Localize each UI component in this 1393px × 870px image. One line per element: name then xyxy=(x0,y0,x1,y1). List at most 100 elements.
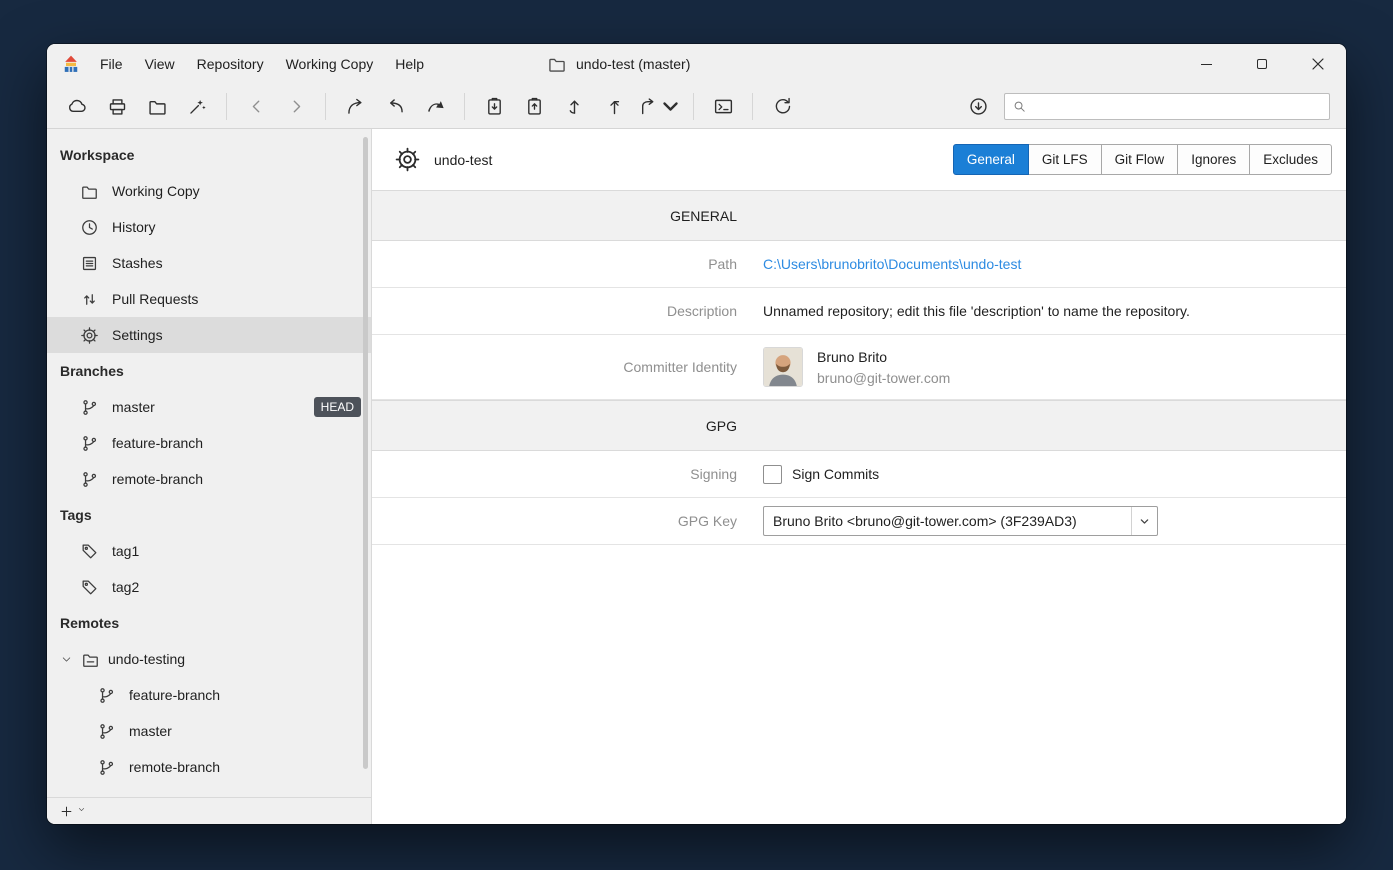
download-circle-icon xyxy=(968,96,989,117)
back-button[interactable] xyxy=(236,89,276,123)
settings-tabs: General Git LFS Git Flow Ignores Exclude… xyxy=(953,144,1332,175)
sidebar-item-settings[interactable]: Settings xyxy=(47,317,371,353)
settings-panel: undo-test General Git LFS Git Flow Ignor… xyxy=(372,129,1346,824)
repo-title: undo-test xyxy=(434,152,492,168)
cloud-icon xyxy=(67,96,88,117)
printer-icon xyxy=(107,96,128,117)
sidebar-item-label: tag1 xyxy=(112,543,139,559)
tab-ignores[interactable]: Ignores xyxy=(1177,144,1250,175)
forward-button[interactable] xyxy=(276,89,316,123)
sidebar-item-remote-undo-testing[interactable]: undo-testing xyxy=(47,641,371,677)
tab-git-lfs[interactable]: Git LFS xyxy=(1028,144,1102,175)
search-icon xyxy=(1012,99,1027,114)
remote-folder-icon xyxy=(81,650,100,669)
toolbar-separator xyxy=(464,93,465,120)
signing-row: Signing Sign Commits xyxy=(372,451,1346,498)
actions-wand-button[interactable] xyxy=(177,89,217,123)
sidebar: Workspace Working Copy History Stashes P… xyxy=(47,129,372,824)
menu-working-copy[interactable]: Working Copy xyxy=(275,44,385,84)
empty-area xyxy=(372,545,1346,824)
minimize-button[interactable] xyxy=(1178,44,1234,84)
branch-icon xyxy=(80,434,99,453)
plus-icon xyxy=(59,804,74,819)
sidebar-item-branch-feature-branch[interactable]: feature-branch xyxy=(47,425,371,461)
toolbar-separator xyxy=(226,93,227,120)
head-badge: HEAD xyxy=(314,397,361,417)
stash-save-button[interactable] xyxy=(474,89,514,123)
pull-button[interactable] xyxy=(554,89,594,123)
sidebar-item-label: Working Copy xyxy=(112,183,200,199)
menu-help[interactable]: Help xyxy=(384,44,435,84)
print-button[interactable] xyxy=(97,89,137,123)
toolbar-separator xyxy=(325,93,326,120)
push-icon xyxy=(604,96,625,117)
merge-icon xyxy=(637,96,658,117)
push-button[interactable] xyxy=(594,89,634,123)
add-menu-button[interactable] xyxy=(77,805,89,817)
sidebar-item-tag2[interactable]: tag2 xyxy=(47,569,371,605)
sidebar-section-tags: Tags xyxy=(47,497,371,533)
open-repository-button[interactable] xyxy=(137,89,177,123)
menu-view[interactable]: View xyxy=(134,44,186,84)
titlebar: File View Repository Working Copy Help u… xyxy=(47,44,1346,84)
sidebar-item-branch-remote-branch[interactable]: remote-branch xyxy=(47,461,371,497)
sidebar-item-remote-master[interactable]: master xyxy=(47,713,371,749)
add-button[interactable] xyxy=(56,801,76,821)
sidebar-item-remote-feature-branch[interactable]: feature-branch xyxy=(47,677,371,713)
sidebar-scrollbar[interactable] xyxy=(363,137,368,769)
tab-git-flow[interactable]: Git Flow xyxy=(1101,144,1179,175)
merge-button[interactable] xyxy=(634,89,684,123)
wand-icon xyxy=(187,96,208,117)
sidebar-item-label: remote-branch xyxy=(112,471,203,487)
sidebar-item-history[interactable]: History xyxy=(47,209,371,245)
sidebar-section-remotes: Remotes xyxy=(47,605,371,641)
settings-header: undo-test General Git LFS Git Flow Ignor… xyxy=(372,129,1346,190)
checkout-button[interactable] xyxy=(335,89,375,123)
terminal-icon xyxy=(713,96,734,117)
sidebar-item-working-copy[interactable]: Working Copy xyxy=(47,173,371,209)
menubar: File View Repository Working Copy Help xyxy=(89,44,435,84)
sidebar-item-label: feature-branch xyxy=(112,435,203,451)
refresh-button[interactable] xyxy=(762,89,802,123)
updates-button[interactable] xyxy=(958,89,998,123)
stash-apply-button[interactable] xyxy=(514,89,554,123)
section-header-general: GENERAL xyxy=(372,190,1346,241)
gear-icon xyxy=(394,146,421,173)
path-link[interactable]: C:\Users\brunobrito\Documents\undo-test xyxy=(763,256,1021,272)
committer-identity-label: Committer Identity xyxy=(372,359,737,375)
tab-excludes[interactable]: Excludes xyxy=(1249,144,1332,175)
gpg-key-select[interactable]: Bruno Brito <bruno@git-tower.com> (3F239… xyxy=(763,506,1158,536)
sidebar-item-label: Stashes xyxy=(112,255,163,271)
chevron-down-icon xyxy=(77,805,86,814)
sidebar-item-remote-remote-branch[interactable]: remote-branch xyxy=(47,749,371,785)
sidebar-item-stashes[interactable]: Stashes xyxy=(47,245,371,281)
forward-icon xyxy=(286,96,307,117)
back-icon xyxy=(246,96,267,117)
close-icon xyxy=(1312,58,1324,70)
sidebar-item-tag1[interactable]: tag1 xyxy=(47,533,371,569)
sign-commits-checkbox[interactable] xyxy=(763,465,782,484)
menu-file[interactable]: File xyxy=(89,44,134,84)
undo-arrow-icon xyxy=(385,96,406,117)
maximize-button[interactable] xyxy=(1234,44,1290,84)
sidebar-item-label: remote-branch xyxy=(129,759,220,775)
pull-request-icon xyxy=(80,290,99,309)
sidebar-item-label: undo-testing xyxy=(108,651,185,667)
close-button[interactable] xyxy=(1290,44,1346,84)
menu-repository[interactable]: Repository xyxy=(186,44,275,84)
sidebar-item-pull-requests[interactable]: Pull Requests xyxy=(47,281,371,317)
description-label: Description xyxy=(372,303,737,319)
search-box xyxy=(1004,93,1330,120)
chevron-down-icon[interactable] xyxy=(60,653,73,666)
discard-button[interactable] xyxy=(375,89,415,123)
search-input[interactable] xyxy=(1033,99,1322,114)
sidebar-bottom-bar xyxy=(47,797,371,824)
terminal-button[interactable] xyxy=(703,89,743,123)
sidebar-item-branch-master[interactable]: master HEAD xyxy=(47,389,371,425)
path-row: Path C:\Users\brunobrito\Documents\undo-… xyxy=(372,241,1346,288)
sidebar-item-label: feature-branch xyxy=(129,687,220,703)
commit-button[interactable] xyxy=(415,89,455,123)
tab-general[interactable]: General xyxy=(953,144,1029,175)
cloud-services-button[interactable] xyxy=(57,89,97,123)
app-window: File View Repository Working Copy Help u… xyxy=(47,44,1346,824)
